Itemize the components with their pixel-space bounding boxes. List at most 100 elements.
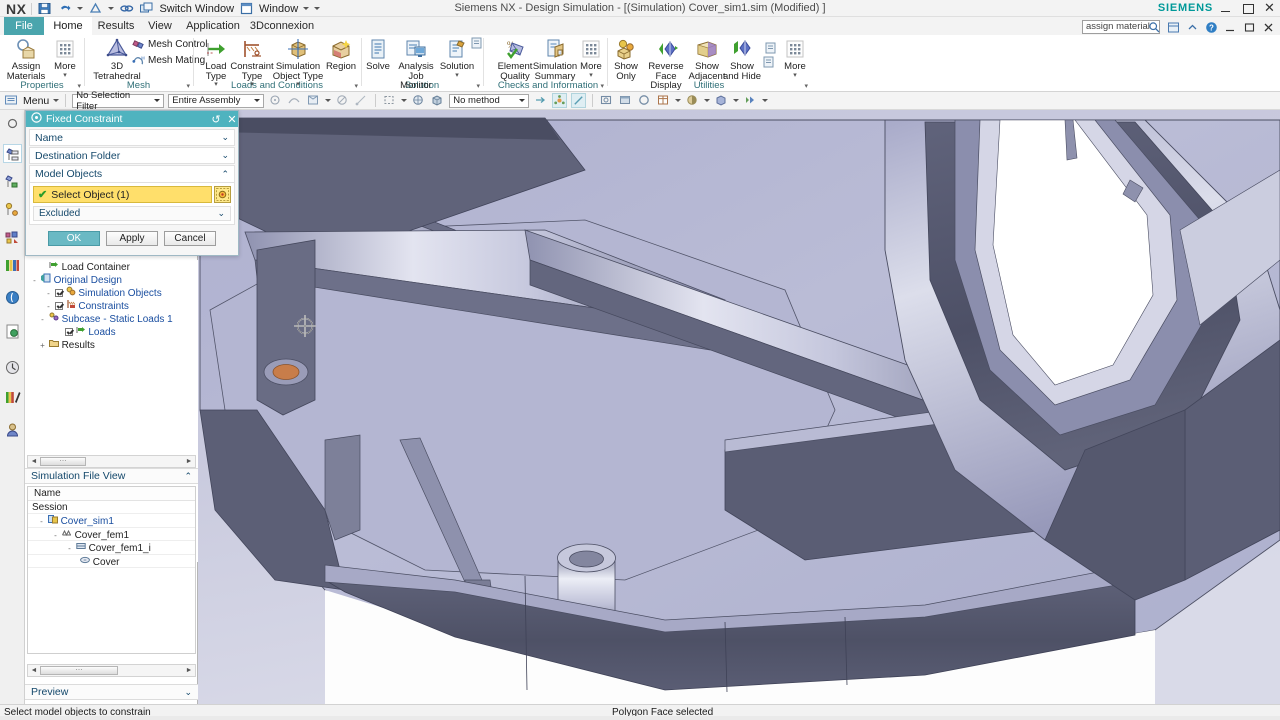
dropdown-arrow-icon[interactable]: ▾ bbox=[198, 81, 234, 88]
dropdown-arrow-icon[interactable]: ▾ bbox=[230, 81, 274, 88]
menu-dropdown-icon[interactable] bbox=[53, 99, 60, 102]
window-zoom-icon[interactable] bbox=[618, 93, 633, 108]
sim-tree-row[interactable]: Load Container bbox=[25, 260, 198, 273]
dialog-buttons[interactable]: OK Apply Cancel bbox=[29, 225, 235, 252]
constraint-type-button[interactable]: Constraint Type ▾ bbox=[230, 37, 274, 88]
minimize-icon[interactable] bbox=[1219, 1, 1232, 15]
sim-tree-row[interactable]: Loads bbox=[25, 325, 198, 338]
properties-more-button[interactable]: More ▾ bbox=[48, 37, 82, 79]
method-combo[interactable]: No method bbox=[449, 93, 530, 108]
checkbox[interactable] bbox=[64, 328, 73, 336]
ribbon-group-expand-icon[interactable]: ▾ bbox=[186, 82, 190, 90]
render-icon[interactable] bbox=[743, 93, 758, 108]
resource-settings-icon[interactable] bbox=[3, 114, 22, 133]
chevron-down-icon[interactable]: ⌄ bbox=[221, 132, 229, 143]
ribbon[interactable]: Properties ▾ Assign Materials More ▾ Mesh ▾ 3D Te… bbox=[0, 35, 1280, 92]
window-controls[interactable]: ✕ bbox=[1219, 1, 1276, 15]
render-dropdown-icon[interactable] bbox=[762, 99, 769, 102]
expander-icon[interactable]: - bbox=[39, 316, 46, 324]
wcs-icon[interactable] bbox=[411, 93, 426, 108]
dropdown-arrow-icon[interactable]: ▾ bbox=[780, 72, 810, 79]
solution-doc-icon[interactable] bbox=[470, 36, 484, 50]
file-view-row[interactable]: - Cover_fem1 bbox=[28, 528, 195, 542]
face-rule-icon[interactable] bbox=[306, 93, 321, 108]
tab-file[interactable]: File bbox=[4, 17, 44, 35]
fileview-horizontal-scrollbar[interactable]: ◄ ⋯ ► bbox=[27, 664, 196, 677]
preview-panel-header[interactable]: Preview ⌄ bbox=[25, 684, 198, 700]
tab-results[interactable]: Results bbox=[92, 17, 140, 35]
fixed-constraint-dialog[interactable]: Fixed Constraint ↺ ✕ Name ⌄ Destination … bbox=[25, 110, 239, 256]
rotate-icon[interactable] bbox=[637, 93, 652, 108]
chevron-down-icon[interactable]: ⌄ bbox=[221, 150, 229, 161]
qa-overflow-icon[interactable] bbox=[314, 7, 321, 10]
shade-icon[interactable] bbox=[685, 93, 700, 108]
file-view-row[interactable]: Session bbox=[28, 501, 195, 515]
undo-icon[interactable] bbox=[57, 1, 72, 16]
selection-toolbar[interactable]: Menu No Selection Filter Entire Assembly… bbox=[0, 90, 1280, 112]
redo-icon[interactable] bbox=[88, 1, 103, 16]
ribbon-group-expand-icon[interactable]: ▾ bbox=[600, 82, 604, 90]
scroll-left-arrow[interactable]: ◄ bbox=[28, 667, 40, 674]
window-icon[interactable] bbox=[239, 1, 254, 16]
ribbon-group-expand-icon[interactable]: ▾ bbox=[804, 82, 808, 90]
dropdown-arrow-icon[interactable]: ▾ bbox=[48, 72, 82, 79]
apply-button[interactable]: Apply bbox=[106, 231, 158, 246]
simulation-file-view-header[interactable]: Simulation File View ⌃ bbox=[25, 468, 198, 484]
model-objects-section[interactable]: Model Objects ⌃ bbox=[29, 165, 235, 182]
tab-application[interactable]: Application bbox=[180, 17, 246, 35]
web-browser-icon[interactable] bbox=[3, 322, 22, 341]
curve-rule-icon[interactable] bbox=[287, 93, 302, 108]
face-rule-dropdown-icon[interactable] bbox=[325, 99, 332, 102]
simulation-navigator-icon[interactable] bbox=[3, 144, 22, 163]
history-icon[interactable] bbox=[3, 358, 22, 377]
help-icon[interactable]: ? bbox=[1205, 21, 1218, 34]
dialog-title-bar[interactable]: Fixed Constraint ↺ ✕ bbox=[26, 111, 238, 127]
show-and-hide-button[interactable]: Show and Hide bbox=[722, 37, 762, 81]
simulation-file-view-list[interactable]: Name Session - Cover_sim1- Cover_fem1- Co… bbox=[27, 486, 196, 654]
region-button[interactable]: Region bbox=[322, 37, 360, 72]
part-navigator-icon[interactable] bbox=[3, 228, 22, 247]
menu-label[interactable]: Menu bbox=[23, 95, 49, 107]
reverse-face-display-button[interactable]: Reverse Face Display bbox=[640, 37, 692, 91]
solve-button[interactable]: Solve bbox=[364, 37, 392, 72]
ribbon-display-icon[interactable] bbox=[1167, 21, 1180, 34]
dynamic-icon[interactable] bbox=[552, 93, 568, 108]
menu-icon[interactable] bbox=[4, 93, 19, 108]
select-object-field[interactable]: ✔ Select Object (1) bbox=[33, 186, 212, 203]
expander-icon[interactable]: - bbox=[31, 277, 38, 285]
sim-tree-row[interactable]: - Constraints bbox=[25, 299, 198, 312]
expander-icon[interactable] bbox=[55, 328, 62, 335]
scroll-left-arrow[interactable]: ◄ bbox=[28, 458, 40, 465]
expander-icon[interactable]: + bbox=[39, 342, 46, 350]
sim-tree-row[interactable]: - Original Design bbox=[25, 273, 198, 286]
select-object-row[interactable]: ✔ Select Object (1) bbox=[33, 186, 231, 203]
assembly-navigator-icon[interactable] bbox=[3, 172, 22, 191]
stop-at-intersection-icon[interactable] bbox=[335, 93, 350, 108]
tab-3dconnexion[interactable]: 3Dconnexion bbox=[246, 17, 318, 35]
expander-icon[interactable]: - bbox=[38, 518, 45, 526]
utilities-more-button[interactable]: More ▾ bbox=[780, 37, 810, 79]
utilities-hand-icon[interactable] bbox=[762, 55, 776, 69]
checkbox[interactable] bbox=[54, 289, 63, 297]
file-view-row[interactable]: Cover bbox=[28, 555, 195, 568]
simulation-object-type-button[interactable]: Simulation Object Type ▾ bbox=[272, 37, 324, 88]
hd3d-tools-icon[interactable] bbox=[3, 288, 22, 307]
style-dropdown-icon[interactable] bbox=[733, 99, 740, 102]
reset-icon[interactable]: ↺ bbox=[210, 113, 222, 126]
chevron-down-icon[interactable]: ⌄ bbox=[184, 687, 192, 698]
scroll-thumb[interactable]: ⋯ bbox=[40, 666, 118, 675]
scroll-right-arrow[interactable]: ► bbox=[183, 667, 195, 674]
element-quality-button[interactable]: % Element Quality bbox=[494, 37, 536, 81]
tree-horizontal-scrollbar[interactable]: ◄ ⋯ ► bbox=[27, 455, 196, 468]
select-region-dropdown-icon[interactable] bbox=[401, 99, 408, 102]
style-icon[interactable] bbox=[714, 93, 729, 108]
show-adjacent-button[interactable]: Show Adjacent bbox=[688, 37, 726, 81]
name-section[interactable]: Name ⌄ bbox=[29, 129, 235, 146]
select-object-target-icon[interactable] bbox=[214, 186, 231, 203]
window-label[interactable]: Window bbox=[259, 3, 298, 15]
selection-filter-combo[interactable]: No Selection Filter bbox=[72, 90, 165, 112]
select-region-icon[interactable] bbox=[382, 93, 397, 108]
expander-icon[interactable] bbox=[39, 263, 46, 270]
undo-dropdown-icon[interactable] bbox=[77, 7, 84, 10]
show-only-button[interactable]: Show Only bbox=[610, 37, 642, 81]
